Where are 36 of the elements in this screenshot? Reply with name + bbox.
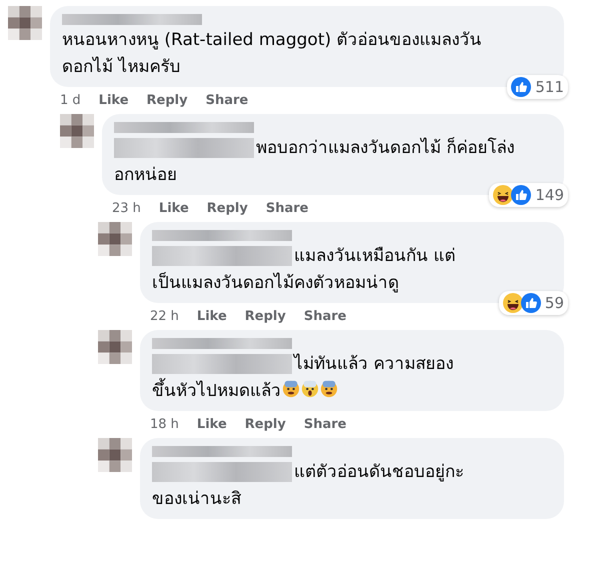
screaming-face-icon [301, 380, 319, 398]
reaction-badge[interactable]: 59 [498, 291, 568, 315]
thumbs-up-icon [511, 185, 532, 205]
avatar[interactable] [8, 6, 42, 40]
comment-time[interactable]: 23 h [112, 201, 141, 216]
comment-time[interactable]: 22 h [150, 309, 179, 324]
comment-action-link[interactable]: Like [158, 201, 189, 216]
laughing-face-icon [502, 293, 523, 313]
laughing-face-icon [493, 185, 514, 205]
avatar[interactable] [98, 438, 132, 472]
thumbs-up-icon [520, 293, 541, 313]
avatar[interactable] [98, 330, 132, 364]
reaction-badge[interactable]: 149 [489, 183, 568, 207]
comment-action-link[interactable]: Like [196, 417, 227, 432]
comment-action-link[interactable]: Share [206, 93, 248, 108]
comment-time[interactable]: 18 h [150, 417, 179, 432]
fearful-face-icon [282, 380, 300, 398]
comment-text: แต่ตัวอ่อนดันชอบอยู่กะ ของเน่านะสิ [152, 461, 465, 511]
comment-action-link[interactable]: Reply [244, 309, 286, 324]
comment-action-link[interactable]: Like [98, 93, 129, 108]
comment-action-link[interactable]: Reply [146, 93, 188, 108]
comment-text: แมลงวันเหมือนกัน แต่ เป็นแมลงวันดอกไม้คงตัวหอมน่าดู [152, 245, 456, 295]
comment-action-link[interactable]: Reply [244, 417, 286, 432]
comment-action-link[interactable]: Share [304, 417, 346, 432]
thumbs-up-icon [511, 77, 532, 97]
comment-text: หนอนหางหนู (Rat-tailed maggot) ตัวอ่อนของแมลงวัน ดอกไม้ ไหมครับ [62, 29, 483, 79]
reaction-badge[interactable]: 511 [507, 75, 568, 99]
avatar[interactable] [60, 114, 94, 148]
comment-action-link[interactable]: Share [304, 309, 346, 324]
avatar[interactable] [98, 222, 132, 256]
fearful-face-icon [320, 380, 338, 398]
comment-text: ไม่ทันแล้ว ความสยอง ขึ้นหัวไปหมดแล้ว [152, 352, 454, 403]
comment-time[interactable]: 1 d [60, 93, 81, 108]
comment-action-link[interactable]: Like [196, 309, 227, 324]
comment-action-link[interactable]: Reply [206, 201, 248, 216]
comment-action-link[interactable]: Share [266, 201, 308, 216]
